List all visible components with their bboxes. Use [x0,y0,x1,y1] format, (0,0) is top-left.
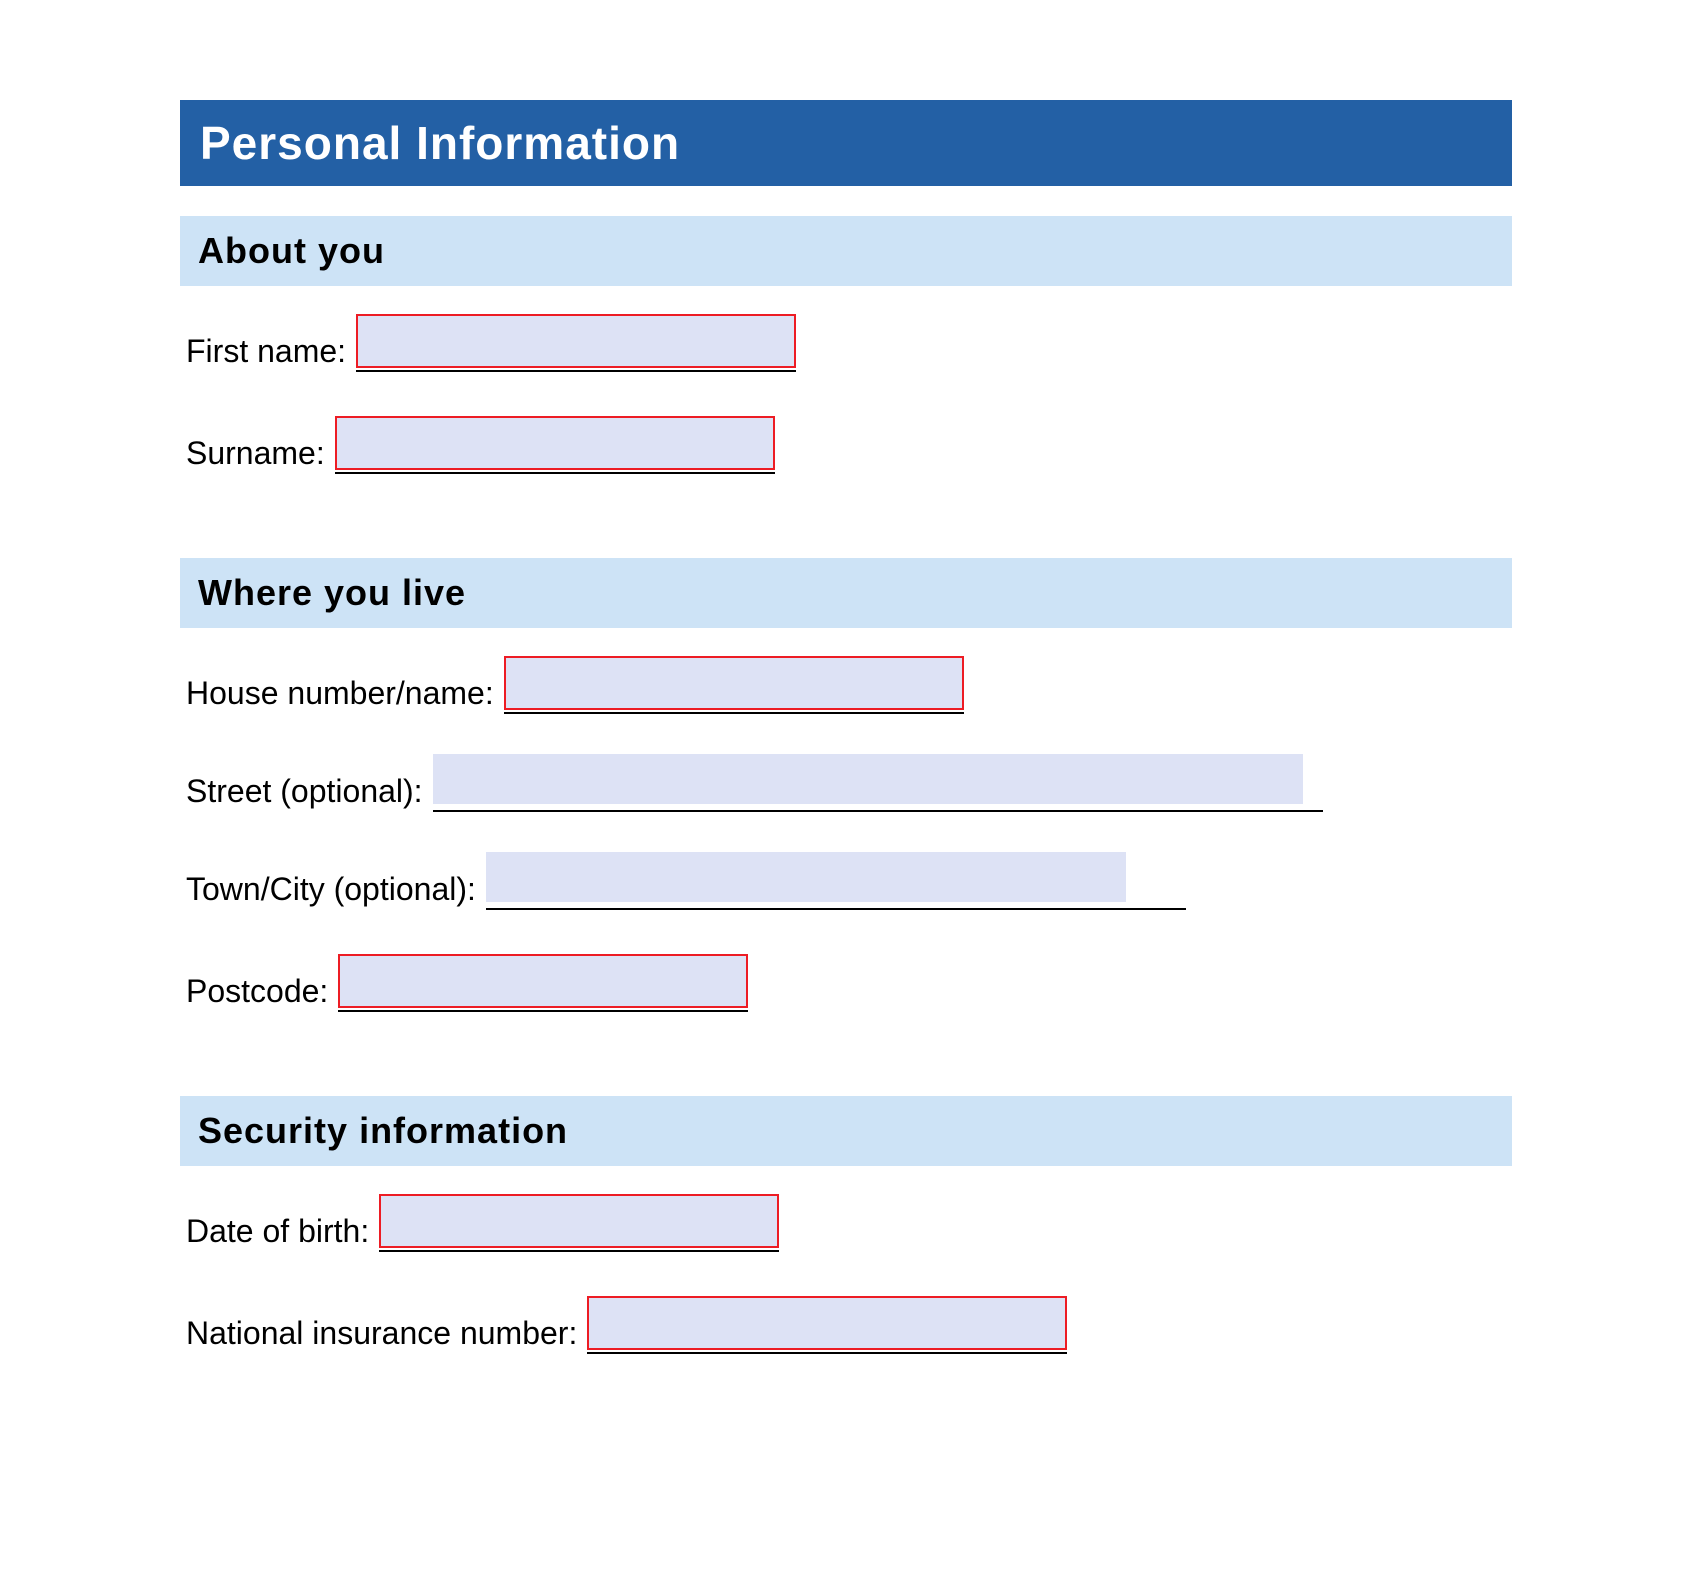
house-input[interactable] [504,656,964,710]
dob-label: Date of birth: [186,1213,369,1252]
house-row: House number/name: [180,656,1512,714]
ni-input[interactable] [587,1296,1067,1350]
section-header-where-you-live: Where you live [180,558,1512,628]
house-label: House number/name: [186,675,494,714]
town-input[interactable] [486,852,1126,902]
section-header-about-you: About you [180,216,1512,286]
surname-input[interactable] [335,416,775,470]
section-where-you-live: Where you live House number/name: Street… [180,558,1512,1012]
town-row: Town/City (optional): [180,856,1512,910]
street-input[interactable] [433,754,1303,804]
surname-row: Surname: [180,416,1512,474]
postcode-label: Postcode: [186,973,328,1012]
street-row: Street (optional): [180,758,1512,812]
section-about-you: About you First name: Surname: [180,216,1512,474]
dob-input[interactable] [379,1194,779,1248]
page-title: Personal Information [180,100,1512,186]
postcode-row: Postcode: [180,954,1512,1012]
first-name-row: First name: [180,314,1512,372]
dob-row: Date of birth: [180,1194,1512,1252]
first-name-label: First name: [186,333,346,372]
first-name-input[interactable] [356,314,796,368]
ni-label: National insurance number: [186,1315,577,1354]
town-label: Town/City (optional): [186,871,476,910]
postcode-input[interactable] [338,954,748,1008]
surname-label: Surname: [186,435,325,474]
section-security: Security information Date of birth: Nati… [180,1096,1512,1354]
ni-row: National insurance number: [180,1296,1512,1354]
street-label: Street (optional): [186,773,423,812]
section-header-security: Security information [180,1096,1512,1166]
